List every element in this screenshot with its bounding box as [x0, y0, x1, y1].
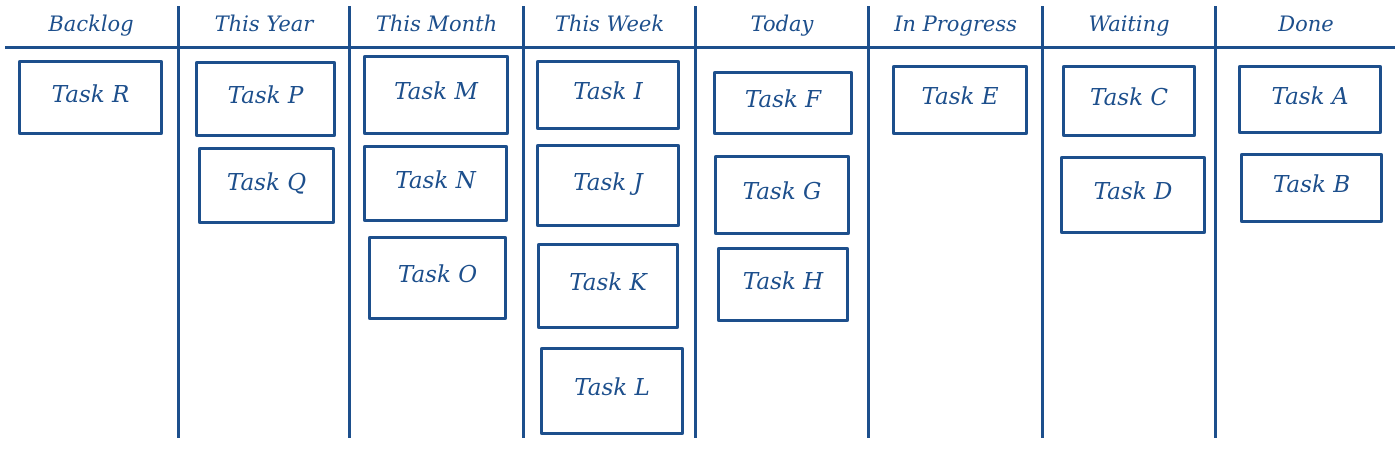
column-header-this-month: This Month	[375, 12, 498, 36]
task-card-label: Task E	[921, 84, 999, 110]
column-header-this-week: This Week	[554, 12, 665, 36]
header-divider	[5, 46, 1395, 49]
task-card[interactable]: Task D	[1060, 156, 1206, 234]
task-card-label: Task D	[1093, 179, 1173, 205]
task-card-label: Task F	[744, 87, 822, 113]
column-header-in-progress: In Progress	[894, 12, 1017, 36]
column-header-this-year: This Year	[214, 12, 314, 36]
task-card[interactable]: Task Q	[198, 147, 335, 224]
column-header-backlog: Backlog	[48, 12, 134, 36]
task-card[interactable]: Task R	[18, 60, 163, 135]
task-card-label: Task M	[394, 79, 478, 105]
task-card-label: Task N	[395, 167, 476, 194]
column-divider	[522, 6, 525, 438]
task-card[interactable]: Task O	[368, 236, 507, 320]
task-card-label: Task J	[573, 169, 643, 196]
task-card-label: Task P	[227, 83, 304, 109]
task-card-label: Task R	[51, 81, 130, 108]
kanban-board: Backlog This Year This Month This Week T…	[0, 0, 1400, 454]
task-card-label: Task C	[1090, 85, 1168, 111]
task-card[interactable]: Task F	[713, 71, 853, 135]
task-card[interactable]: Task C	[1062, 65, 1196, 137]
column-divider	[1214, 6, 1217, 438]
column-divider	[348, 6, 351, 438]
task-card[interactable]: Task E	[892, 65, 1028, 135]
task-card[interactable]: Task J	[536, 144, 680, 227]
task-card[interactable]: Task P	[195, 61, 336, 137]
task-card-label: Task Q	[226, 169, 307, 196]
column-header-waiting: Waiting	[1088, 12, 1170, 36]
task-card[interactable]: Task A	[1238, 65, 1382, 134]
task-card-label: Task A	[1271, 83, 1349, 110]
task-card[interactable]: Task I	[536, 60, 680, 130]
task-card-label: Task L	[574, 375, 650, 401]
task-card[interactable]: Task G	[714, 155, 850, 235]
task-card-label: Task O	[397, 262, 478, 288]
column-divider	[867, 6, 870, 438]
task-card-label: Task G	[742, 179, 822, 205]
column-divider	[1041, 6, 1044, 438]
task-card[interactable]: Task K	[537, 243, 679, 329]
column-header-today: Today	[750, 12, 814, 36]
column-divider	[694, 6, 697, 438]
task-card-label: Task I	[573, 79, 643, 105]
task-card[interactable]: Task B	[1240, 153, 1383, 223]
column-divider	[177, 6, 180, 438]
task-card-label: Task K	[569, 270, 647, 296]
task-card[interactable]: Task N	[363, 145, 508, 222]
column-header-done: Done	[1278, 12, 1334, 36]
task-card[interactable]: Task M	[363, 55, 509, 135]
task-card-label: Task H	[742, 268, 824, 295]
task-card-label: Task B	[1272, 172, 1351, 198]
task-card[interactable]: Task H	[717, 247, 849, 322]
task-card[interactable]: Task L	[540, 347, 684, 435]
